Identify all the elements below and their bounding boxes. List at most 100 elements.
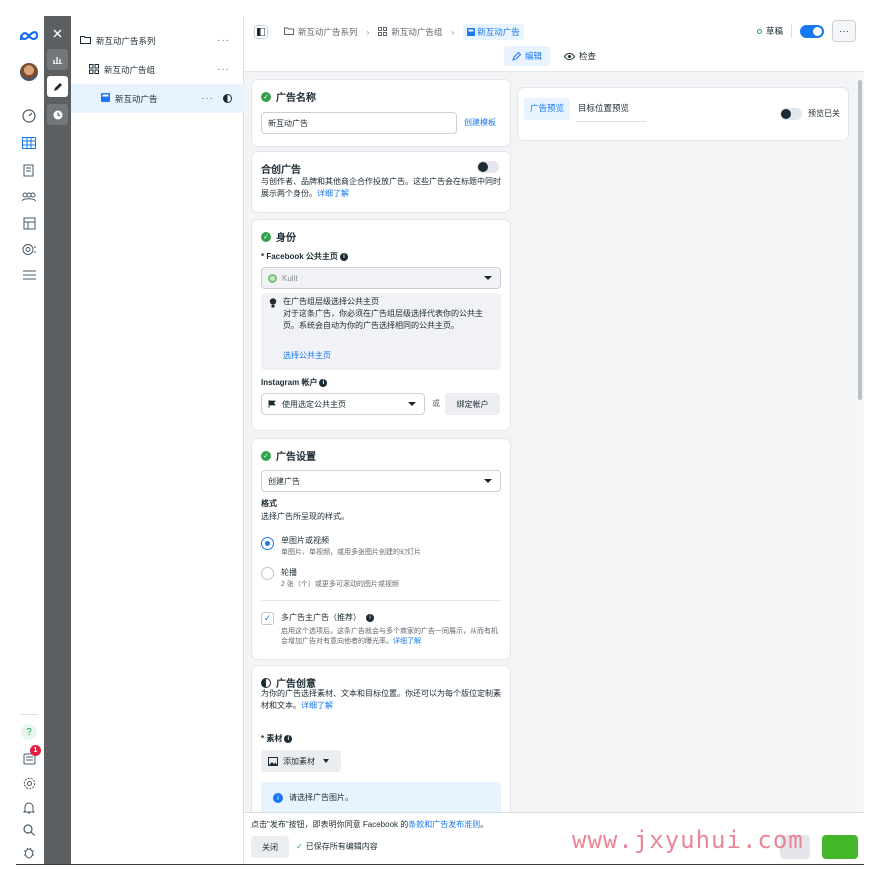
events-manager-icon[interactable]	[18, 239, 40, 259]
info-icon[interactable]: i	[339, 252, 348, 261]
partnership-description: 与创作者、品牌和其他商企合作投放广告。这些广告会在标题中同时展示两个身份。详细了…	[261, 177, 501, 198]
campaign-tree-panel: 新互动广告系列 ··· 新互动广告组 ··· 新互动广告 ···	[71, 16, 244, 864]
tip-title: 在广告组层级选择公共主页	[283, 297, 379, 306]
info-icon[interactable]: i	[284, 734, 293, 743]
edit-pencil-icon[interactable]	[47, 76, 68, 97]
notification-count-badge: 1	[30, 745, 41, 756]
reports-icon[interactable]	[18, 160, 40, 180]
chevron-down-icon	[323, 759, 329, 763]
tree-item-ad[interactable]: 新互动广告 ···	[71, 84, 244, 113]
breadcrumb-adset[interactable]: 新互动广告组	[391, 26, 442, 38]
tab-edit[interactable]: 编辑	[504, 46, 551, 66]
tab-ad-preview[interactable]: 广告预览	[524, 98, 571, 120]
more-options-button[interactable]: ···	[832, 20, 856, 42]
bind-account-button[interactable]: 绑定帐户	[445, 393, 500, 415]
format-carousel-label[interactable]: 轮播	[281, 567, 297, 579]
multi-advertiser-checkbox[interactable]: ✓	[261, 612, 274, 625]
search-icon[interactable]	[18, 820, 40, 840]
create-template-link[interactable]: 创建模板	[464, 117, 496, 129]
breadcrumb-ad[interactable]: 新互动广告	[463, 24, 524, 40]
format-single-label[interactable]: 单图片或视频	[281, 535, 329, 547]
ad-name-input[interactable]: 新互动广告	[261, 112, 457, 134]
tip-body: 对于这条广告，你必须在广告组层级选择代表你的公共主页。系统会自动为你的广告选择相…	[283, 309, 483, 330]
meta-logo-icon[interactable]	[18, 26, 40, 46]
instagram-account-select[interactable]: 使用选定公共主页	[261, 393, 425, 415]
ad-creative-card: 广告创意 为你的广告选择素材、文本和目标位置。你还可以为每个版位定制素材和文本。…	[252, 666, 510, 812]
more-options-icon[interactable]: ···	[217, 64, 230, 75]
chevron-right-icon: ›	[366, 27, 370, 37]
bell-icon[interactable]	[18, 797, 40, 817]
all-tools-menu-icon[interactable]	[18, 265, 40, 285]
notice-text: 请选择广告图片。	[289, 793, 353, 802]
section-title: ✓ 身份	[261, 229, 296, 244]
more-options-icon[interactable]: ···	[217, 35, 230, 46]
tree-item-label: 新互动广告	[115, 93, 158, 104]
learn-more-link[interactable]: 详细了解	[301, 701, 333, 710]
scrollbar[interactable]	[856, 72, 864, 812]
saved-status: ✓ 已保存所有编辑内容	[296, 842, 378, 851]
multi-advertiser-label[interactable]: 多广告主广告（推荐） i	[281, 612, 374, 624]
preview-card: 广告预览 目标位置预览 预览已关	[518, 88, 848, 140]
chevron-down-icon	[408, 402, 416, 406]
status-dot-icon	[756, 28, 762, 34]
panel-toggle-icon[interactable]	[254, 25, 268, 39]
create-ad-select[interactable]: 创建广告	[261, 470, 501, 492]
add-media-button[interactable]: 添加素材	[261, 750, 341, 772]
terms-notice: 点击"发布"按钮，即表明你同意 Facebook 的条款和广告发布准则。	[251, 820, 489, 829]
section-title: 合创广告	[261, 165, 301, 176]
facebook-page-select[interactable]: Kulit	[261, 267, 501, 289]
format-description: 选择广告所呈现的样式。	[261, 512, 349, 521]
close-button[interactable]: 关闭	[251, 836, 289, 858]
eye-icon	[564, 52, 576, 60]
history-clock-icon[interactable]	[47, 104, 68, 125]
campaigns-table-icon[interactable]	[18, 133, 40, 153]
partnership-toggle[interactable]	[477, 161, 499, 173]
avatar[interactable]	[18, 62, 40, 82]
ad-active-toggle[interactable]	[800, 24, 824, 38]
audiences-icon[interactable]	[18, 187, 40, 207]
editor-header: 新互动广告系列 › 新互动广告组 › 新互动广告 草稿 ··· 编辑 检查	[244, 16, 864, 72]
close-icon[interactable]	[47, 23, 68, 44]
select-image-notice: i 请选择广告图片。	[261, 782, 501, 812]
format-single-radio[interactable]	[261, 537, 274, 550]
billing-icon[interactable]	[18, 213, 40, 233]
info-icon[interactable]: i	[366, 613, 374, 622]
settings-gear-icon[interactable]	[18, 773, 40, 793]
bar-chart-icon[interactable]	[47, 49, 68, 70]
publish-button[interactable]	[822, 835, 858, 859]
tree-item-adset[interactable]: 新互动广告组 ···	[71, 55, 244, 84]
tab-placement-preview[interactable]: 目标位置预览	[570, 98, 637, 120]
info-icon[interactable]: i	[319, 378, 328, 387]
more-options-icon[interactable]: ···	[201, 93, 214, 104]
check-circle-icon: ✓	[261, 231, 271, 242]
scrollbar-thumb[interactable]	[858, 80, 862, 400]
folder-icon	[284, 27, 294, 37]
identity-card: ✓ 身份 * Facebook 公共主页 i Kulit 在广告组层级选择公共主页…	[252, 220, 510, 430]
edit-pencil-icon	[512, 51, 521, 61]
preview-tabs: 广告预览 目标位置预览	[524, 98, 637, 120]
breadcrumb: 新互动广告系列 › 新互动广告组 › 新互动广告	[254, 22, 524, 42]
chevron-right-icon: ›	[451, 27, 455, 37]
format-carousel-radio[interactable]	[261, 567, 274, 580]
learn-more-link[interactable]: 详细了解	[393, 638, 421, 645]
tree-item-campaign[interactable]: 新互动广告系列 ···	[71, 26, 244, 55]
terms-link[interactable]: 条款和广告发布准则	[408, 820, 480, 829]
chevron-down-icon	[484, 276, 492, 280]
multi-advertiser-description: 启用这个选项后，这条广告就会与多个商家的广告一同展示，从而有机会增加广告对有意向…	[281, 628, 498, 645]
check-circle-icon: ✓	[261, 91, 271, 102]
notifications-icon[interactable]: 1	[18, 745, 41, 768]
folder-icon	[80, 35, 91, 46]
mode-tabs: 编辑 检查	[504, 46, 604, 66]
breadcrumb-campaign[interactable]: 新互动广告系列	[298, 26, 358, 38]
rail-divider	[20, 714, 38, 715]
dashboard-icon[interactable]	[18, 106, 40, 126]
help-icon[interactable]: ?	[18, 722, 40, 742]
learn-more-link[interactable]: 详细了解	[317, 189, 349, 198]
preview-toggle[interactable]	[780, 108, 802, 120]
partnership-ad-card: 合创广告 与创作者、品牌和其他商企合作投放广告。这些广告会在标题中同时展示两个身…	[252, 152, 510, 212]
select-page-link[interactable]: 选择公共主页	[283, 350, 331, 362]
chevron-down-icon	[484, 479, 492, 483]
divider	[261, 600, 501, 601]
bug-report-icon[interactable]	[18, 842, 40, 862]
tab-review[interactable]: 检查	[556, 46, 604, 66]
